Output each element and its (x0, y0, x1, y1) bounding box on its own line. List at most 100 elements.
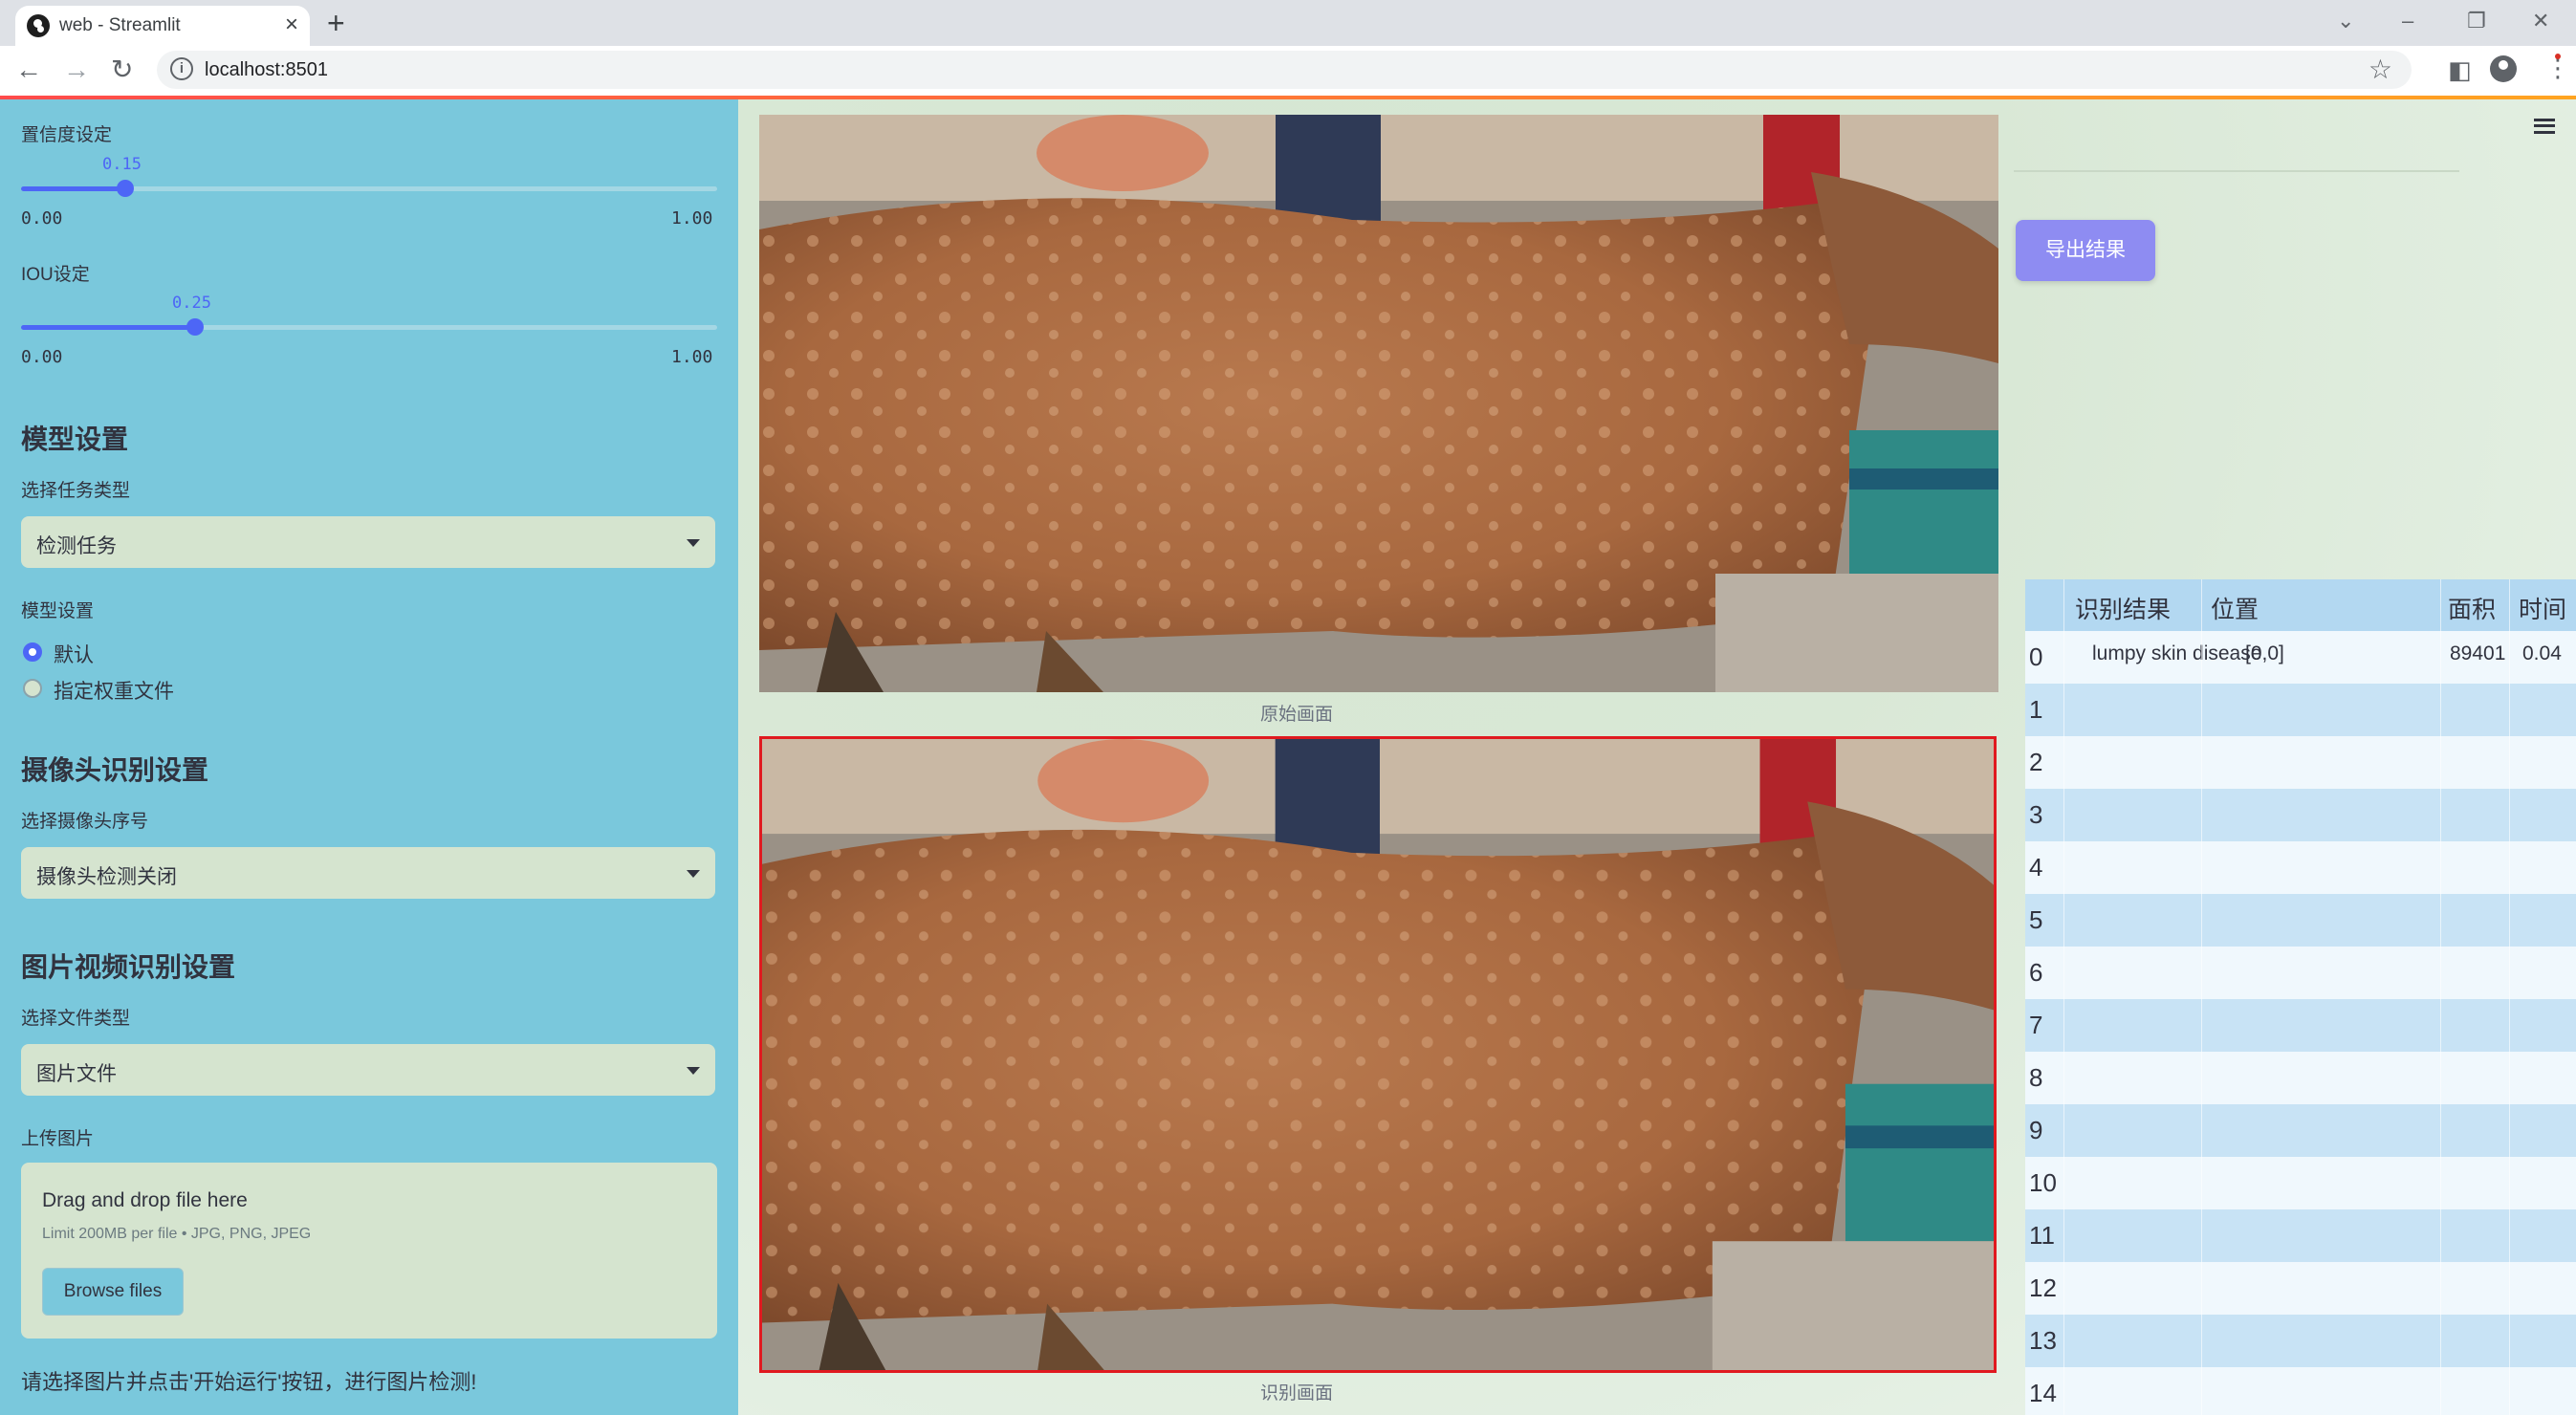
close-tab-icon[interactable]: × (285, 11, 298, 38)
minimize-icon[interactable]: – (2402, 8, 2413, 34)
iou-value: 0.25 (172, 294, 211, 313)
table-row[interactable]: 13 (2025, 1315, 2576, 1367)
iou-slider-thumb[interactable] (186, 318, 204, 336)
reload-icon[interactable]: ↻ (111, 54, 133, 86)
header-time[interactable]: 时间 (2519, 591, 2566, 625)
row-index: 5 (2029, 905, 2043, 934)
forward-arrow-icon[interactable]: → (63, 54, 90, 86)
bookmark-star-icon[interactable]: ☆ (2369, 54, 2392, 85)
header-position[interactable]: 位置 (2211, 591, 2259, 625)
browser-tab-strip: web - Streamlit × + ⌄ – ❐ ✕ (0, 0, 2576, 46)
header-result[interactable]: 识别结果 (2075, 591, 2171, 625)
back-arrow-icon[interactable]: ← (15, 54, 42, 86)
caret-down-icon (687, 1067, 700, 1075)
confidence-slider[interactable] (21, 180, 717, 197)
table-row[interactable]: 11 (2025, 1209, 2576, 1262)
camera-settings-heading: 摄像头识别设置 (21, 755, 209, 785)
column-separator (2440, 579, 2441, 1415)
close-window-icon[interactable]: ✕ (2532, 8, 2549, 34)
table-row[interactable]: 0 lumpy skin disease [0,0] 89401 0.04 (2025, 631, 2576, 684)
tab-search-chevron-icon[interactable]: ⌄ (2337, 8, 2354, 34)
file-type-select[interactable]: 图片文件 (21, 1044, 715, 1096)
browser-tab[interactable]: web - Streamlit × (15, 6, 310, 46)
divider (2014, 170, 2459, 172)
cell-area: 89401 (2450, 642, 2506, 664)
row-index: 1 (2029, 695, 2043, 724)
iou-min: 0.00 (21, 347, 63, 367)
row-index: 6 (2029, 958, 2043, 987)
table-row[interactable]: 4 (2025, 841, 2576, 894)
camera-index-label: 选择摄像头序号 (21, 812, 149, 832)
table-row[interactable]: 10 (2025, 1157, 2576, 1209)
confidence-min: 0.00 (21, 208, 63, 229)
table-row[interactable]: 1 (2025, 684, 2576, 736)
table-header: 识别结果 位置 面积 时间 (2025, 579, 2576, 631)
table-row[interactable]: 7 (2025, 999, 2576, 1052)
original-image (759, 115, 1998, 692)
result-caption: 识别画面 (1260, 1383, 1334, 1404)
cell-position: [0,0] (2245, 642, 2284, 664)
table-row[interactable]: 8 (2025, 1052, 2576, 1104)
model-settings-heading: 模型设置 (21, 424, 129, 454)
row-index: 0 (2029, 642, 2043, 671)
original-caption: 原始画面 (1260, 705, 1334, 725)
radio-custom-weights-label[interactable]: 指定权重文件 (54, 676, 174, 705)
file-type-label: 选择文件类型 (21, 1009, 131, 1029)
url-text: localhost:8501 (205, 59, 328, 80)
caret-down-icon (687, 539, 700, 547)
browser-toolbar: ← → ↻ i localhost:8501 ☆ ◧ ⋮ (0, 46, 2576, 97)
radio-custom-weights[interactable] (23, 679, 42, 698)
confidence-label: 置信度设定 (21, 125, 113, 145)
row-index: 12 (2029, 1274, 2057, 1302)
browser-menu-icon[interactable]: ⋮ (2545, 54, 2570, 82)
address-bar[interactable]: i localhost:8501 ☆ (157, 51, 2412, 89)
tab-title: web - Streamlit (59, 15, 181, 35)
radio-default-label[interactable]: 默认 (54, 640, 94, 668)
row-index: 13 (2029, 1326, 2057, 1355)
export-results-button[interactable]: 导出结果 (2016, 220, 2155, 281)
app-menu-icon[interactable] (2534, 119, 2555, 134)
camera-index-select[interactable]: 摄像头检测关闭 (21, 847, 715, 899)
new-tab-icon[interactable]: + (327, 6, 345, 40)
table-row[interactable]: 6 (2025, 947, 2576, 999)
restore-icon[interactable]: ❐ (2467, 8, 2486, 34)
header-area[interactable]: 面积 (2448, 591, 2496, 625)
table-row[interactable]: 3 (2025, 789, 2576, 841)
table-row[interactable]: 9 (2025, 1104, 2576, 1157)
row-index: 2 (2029, 748, 2043, 776)
media-settings-heading: 图片视频识别设置 (21, 952, 236, 982)
confidence-max: 1.00 (671, 208, 713, 229)
row-index: 3 (2029, 800, 2043, 829)
table-row[interactable]: 12 (2025, 1262, 2576, 1315)
table-row[interactable]: 5 (2025, 894, 2576, 947)
iou-label: IOU设定 (21, 265, 90, 285)
task-type-value: 检测任务 (36, 535, 117, 557)
radio-default[interactable] (23, 642, 42, 662)
file-type-value: 图片文件 (36, 1063, 117, 1085)
row-index: 14 (2029, 1379, 2057, 1407)
row-index: 11 (2029, 1221, 2055, 1250)
task-type-label: 选择任务类型 (21, 481, 131, 501)
browse-files-button[interactable]: Browse files (42, 1268, 184, 1316)
dropzone-limit: Limit 200MB per file • JPG, PNG, JPEG (42, 1226, 312, 1242)
upload-label: 上传图片 (21, 1129, 95, 1149)
file-dropzone[interactable]: Drag and drop file here Limit 200MB per … (21, 1163, 717, 1339)
column-separator (2509, 579, 2510, 1415)
profile-avatar-icon[interactable] (2490, 55, 2517, 82)
model-select-label: 模型设置 (21, 601, 95, 621)
table-row[interactable]: 14 (2025, 1367, 2576, 1415)
detection-result-image (759, 736, 1997, 1373)
row-index: 10 (2029, 1168, 2057, 1197)
streamlit-favicon-icon (27, 14, 50, 37)
cell-result: lumpy skin disease (2092, 642, 2262, 664)
site-info-icon[interactable]: i (170, 57, 193, 80)
row-index: 4 (2029, 853, 2043, 882)
results-table[interactable]: 识别结果 位置 面积 时间 0 lumpy skin disease [0,0] 89… (2025, 579, 2576, 1415)
confidence-slider-fill (21, 186, 126, 191)
task-type-select[interactable]: 检测任务 (21, 516, 715, 568)
row-index: 8 (2029, 1063, 2043, 1092)
side-panel-icon[interactable]: ◧ (2448, 55, 2472, 84)
iou-slider-fill (21, 325, 195, 330)
iou-slider[interactable] (21, 318, 717, 336)
table-row[interactable]: 2 (2025, 736, 2576, 789)
